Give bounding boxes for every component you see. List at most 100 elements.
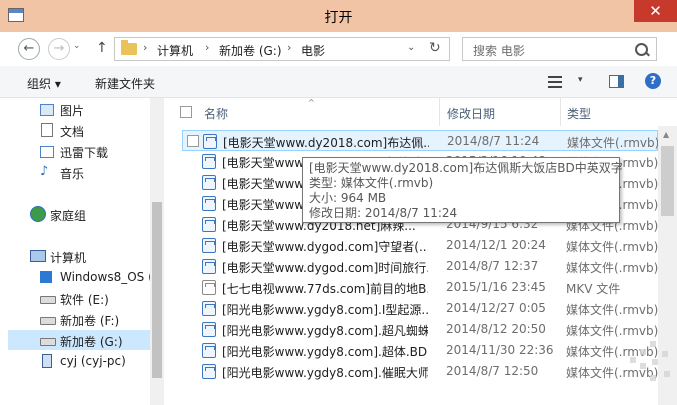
file-date: 2014/8/7 12:50 (446, 364, 539, 378)
file-row[interactable]: [阳光电影www.ygdy8.com].超体.BD... 2014/11/30 2… (182, 340, 658, 361)
column-header-date[interactable]: 修改日期 (447, 105, 495, 122)
file-name[interactable]: [阳光电影www.ygdy8.com].I型起源... (222, 301, 428, 318)
tooltip-size: 大小: 964 MB (309, 191, 387, 205)
refresh-icon[interactable]: ↻ (429, 40, 441, 56)
organize-button[interactable]: 组织 ▾ (27, 75, 61, 92)
file-name[interactable]: [七七电视www.77ds.com]前目的地B... (222, 280, 428, 297)
media-file-icon (202, 364, 216, 379)
document-icon (41, 123, 53, 137)
search-icon[interactable] (635, 43, 648, 56)
file-row[interactable]: [电影天堂www.dygod.com]时间旅行... 2014/8/7 12:37… (182, 256, 658, 277)
media-file-icon (202, 196, 216, 211)
file-row[interactable]: [电影天堂www.dygod.com]守望者(... 2014/12/1 20:2… (182, 235, 658, 256)
file-row[interactable]: [阳光电影www.ygdy8.com].I型起源... 2014/12/27 0:… (182, 298, 658, 319)
back-button[interactable]: ← (18, 38, 40, 60)
file-name[interactable]: [阳光电影www.ygdy8.com].超体.BD... (222, 343, 428, 360)
sidebar-item-xunlei-downloads[interactable]: 迅雷下载 (60, 144, 108, 161)
row-checkbox[interactable] (187, 135, 199, 147)
sidebar-item-drive-e[interactable]: 软件 (E:) (60, 291, 109, 308)
tooltip-modified: 修改日期: 2014/8/7 11:24 (309, 206, 458, 220)
media-file-icon (203, 134, 217, 149)
media-file-icon (202, 154, 216, 169)
sidebar-item-computer[interactable]: 计算机 (50, 249, 86, 266)
column-divider[interactable] (439, 98, 440, 126)
media-file-icon (202, 301, 216, 316)
file-name[interactable]: [阳光电影www.ygdy8.com].超凡蜘蛛... (222, 322, 428, 339)
file-date: 2014/8/12 20:50 (446, 322, 546, 336)
music-icon: ♪ (40, 164, 49, 179)
media-file-icon (202, 259, 216, 274)
drive-icon (40, 296, 56, 304)
scroll-up-arrow-icon[interactable]: ▲ (663, 130, 669, 139)
close-button[interactable]: ✕ (634, 0, 677, 22)
column-header-type[interactable]: 类型 (567, 105, 591, 122)
media-file-icon (202, 322, 216, 337)
view-options-dropdown-icon[interactable]: ▾ (578, 75, 583, 85)
mkv-file-icon (202, 280, 216, 295)
sidebar-item-drive-g[interactable]: 新加卷 (G:) (60, 333, 123, 350)
address-dropdown-icon[interactable]: ⌄ (407, 42, 415, 53)
file-date: 2014/8/7 12:37 (446, 259, 539, 273)
select-all-checkbox[interactable] (180, 106, 192, 118)
media-file-icon (202, 238, 216, 253)
file-row[interactable]: [七七电视www.77ds.com]前目的地B... 2015/1/16 23:4… (182, 277, 658, 298)
file-info-tooltip: [电影天堂www.dy2018.com]布达佩斯大饭店BD中英双字 类型: 媒体… (302, 157, 623, 223)
file-row[interactable]: [阳光电影www.ygdy8.com].催眠大师... 2014/8/7 12:5… (182, 361, 658, 382)
media-file-icon (202, 217, 216, 232)
sidebar-item-cyj-pc[interactable]: cyj (cyj-pc) (60, 354, 126, 368)
computer-icon (30, 250, 46, 262)
drive-icon (40, 338, 56, 346)
drive-icon (40, 317, 56, 325)
sidebar-item-pictures[interactable]: 图片 (60, 102, 84, 119)
change-view-icon[interactable] (548, 76, 562, 88)
file-name[interactable]: [电影天堂www.dygod.com]时间旅行... (222, 259, 428, 276)
navigation-bar: ← → ⌄ ↑ › 计算机 › 新加卷 (G:) › 电影 ⌄ ↻ 搜索 电影 (0, 32, 677, 66)
sort-ascending-icon: ^ (308, 98, 315, 107)
file-list-scrollbar-thumb[interactable] (661, 146, 674, 216)
file-type: 媒体文件(.rmvb) (566, 303, 659, 317)
help-icon[interactable]: ? (645, 73, 661, 89)
file-date: 2014/12/27 0:05 (446, 301, 546, 315)
sidebar-scrollbar-thumb[interactable] (152, 202, 162, 378)
breadcrumb-movies[interactable]: 电影 (301, 42, 325, 59)
file-row[interactable]: [电影天堂www.dy2018.com]布达佩... 2014/8/7 11:24… (182, 130, 659, 151)
breadcrumb-computer[interactable]: 计算机 (157, 42, 193, 59)
title-bar: 打开 ✕ (0, 0, 677, 32)
sidebar-item-homegroup[interactable]: 家庭组 (50, 207, 86, 224)
recent-locations-chevron-icon[interactable]: ⌄ (73, 41, 81, 51)
tooltip-filename: [电影天堂www.dy2018.com]布达佩斯大饭店BD中英双字 (309, 161, 623, 175)
forward-button[interactable]: → (48, 38, 70, 60)
sidebar-item-documents[interactable]: 文档 (60, 123, 84, 140)
picture-icon (40, 104, 54, 116)
search-placeholder: 搜索 电影 (473, 44, 525, 58)
breadcrumb-separator-icon[interactable]: › (287, 41, 291, 54)
up-arrow-icon[interactable]: ↑ (96, 40, 108, 56)
search-input[interactable]: 搜索 电影 (462, 37, 657, 61)
media-file-icon (202, 343, 216, 358)
file-name[interactable]: [阳光电影www.ygdy8.com].催眠大师... (222, 364, 428, 381)
preview-pane-icon[interactable] (609, 75, 624, 88)
sidebar-item-music[interactable]: 音乐 (60, 165, 84, 182)
windows-drive-icon (40, 271, 52, 283)
column-header-name[interactable]: 名称 (204, 105, 228, 122)
breadcrumb-separator-icon[interactable]: › (205, 41, 209, 54)
sidebar-item-drive-f[interactable]: 新加卷 (F:) (60, 312, 119, 329)
address-bar[interactable]: › 计算机 › 新加卷 (G:) › 电影 ⌄ ↻ (114, 37, 450, 61)
folder-icon (121, 40, 137, 55)
file-name[interactable]: [电影天堂www.dy2018.com]布达佩... (223, 134, 429, 151)
column-divider[interactable] (560, 98, 561, 126)
breadcrumb-drive-g[interactable]: 新加卷 (G:) (219, 42, 282, 59)
command-toolbar: 组织 ▾ 新建文件夹 ▾ ? (0, 66, 677, 98)
breadcrumb-separator-icon[interactable]: › (143, 41, 147, 54)
file-name[interactable]: [电影天堂www.dygod.com]守望者(... (222, 238, 428, 255)
new-folder-button[interactable]: 新建文件夹 (95, 75, 155, 92)
file-date: 2015/1/16 23:45 (446, 280, 546, 294)
window-title: 打开 (324, 10, 353, 26)
download-icon (40, 146, 54, 158)
tooltip-type: 类型: 媒体文件(.rmvb) (309, 176, 434, 190)
file-row[interactable]: [阳光电影www.ygdy8.com].超凡蜘蛛... 2014/8/12 20:… (182, 319, 658, 340)
watermark-logo (618, 333, 677, 405)
network-computer-icon (42, 354, 52, 368)
file-date: 2014/11/30 22:36 (446, 343, 554, 357)
file-date: 2014/12/1 20:24 (446, 238, 546, 252)
